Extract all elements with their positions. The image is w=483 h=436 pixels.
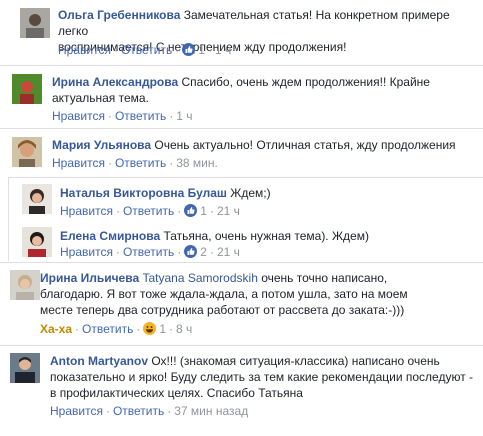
comment-author[interactable]: Ирина Ильичева bbox=[40, 271, 139, 285]
comment-author[interactable]: Мария Ульянова bbox=[52, 138, 151, 152]
avatar[interactable] bbox=[22, 227, 52, 257]
comment-actions: Нравится · Ответить · 37 мин назад bbox=[50, 404, 249, 418]
comment-actions: Нравится · Ответить · 2 · 21 ч bbox=[60, 245, 240, 259]
reaction-count[interactable]: 2 bbox=[200, 245, 207, 259]
comment-text: очень точно написано, bbox=[261, 271, 388, 285]
avatar[interactable] bbox=[10, 270, 40, 300]
haha-link[interactable]: Ха-ха bbox=[40, 322, 72, 336]
comment-author[interactable]: Anton Martyanov bbox=[50, 354, 148, 368]
timestamp[interactable]: 8 ч bbox=[176, 322, 192, 336]
reply-link[interactable]: Ответить bbox=[82, 322, 133, 336]
comment-text: Спасибо, очень ждем продолжения!! Крайне bbox=[181, 75, 430, 89]
reaction-count[interactable]: 1 bbox=[200, 204, 207, 218]
like-link[interactable]: Нравится bbox=[60, 204, 113, 218]
comment-actions: Ха-ха · Ответить · 1 · 8 ч bbox=[40, 322, 193, 336]
mention-link[interactable]: Tatyana Samorodskih bbox=[142, 271, 257, 285]
haha-reaction-icon[interactable] bbox=[143, 322, 157, 335]
reply-link[interactable]: Ответить bbox=[115, 109, 166, 123]
divider bbox=[0, 65, 483, 66]
like-link[interactable]: Нравится bbox=[58, 43, 111, 57]
avatar[interactable] bbox=[22, 184, 52, 214]
comment-actions: Нравится · Ответить · 1 ч bbox=[52, 109, 193, 123]
comment-author[interactable]: Елена Смирнова bbox=[60, 229, 160, 243]
comment-text: в профилактических целях. Спасибо Татьян… bbox=[50, 386, 303, 400]
avatar[interactable] bbox=[20, 8, 50, 38]
reaction-count[interactable]: 1 bbox=[198, 43, 205, 57]
like-link[interactable]: Нравится bbox=[52, 156, 105, 170]
comment-author[interactable]: Ирина Александрова bbox=[52, 75, 178, 89]
like-link[interactable]: Нравится bbox=[60, 245, 113, 259]
comment-text: Очень актуально! Отличная статья, жду пр… bbox=[154, 138, 456, 152]
like-link[interactable]: Нравится bbox=[50, 404, 103, 418]
comment-text: Ох!!! (знакомая ситуация-классика) напис… bbox=[151, 354, 440, 368]
like-reaction-icon[interactable] bbox=[184, 204, 198, 217]
timestamp[interactable]: 21 ч bbox=[217, 204, 240, 218]
reply-link[interactable]: Ответить bbox=[123, 245, 174, 259]
divider bbox=[0, 345, 483, 346]
avatar[interactable] bbox=[10, 353, 40, 383]
comment-author[interactable]: Ольга Гребенникова bbox=[58, 8, 180, 22]
divider bbox=[0, 128, 483, 129]
reply-link[interactable]: Ответить bbox=[113, 404, 164, 418]
timestamp[interactable]: 21 ч bbox=[217, 245, 240, 259]
like-reaction-icon[interactable] bbox=[184, 245, 198, 258]
timestamp[interactable]: 38 мин. bbox=[176, 156, 218, 170]
comment-actions: Нравится · Ответить · 1 · 1 ч bbox=[58, 43, 232, 57]
timestamp[interactable]: 1 ч bbox=[215, 43, 231, 57]
reply-link[interactable]: Ответить bbox=[121, 43, 172, 57]
avatar[interactable] bbox=[12, 74, 42, 104]
comment-text: актуальная тема. bbox=[52, 91, 149, 105]
comment-actions: Нравится · Ответить · 38 мин. bbox=[52, 156, 218, 170]
comment-text: Ждем;) bbox=[230, 186, 271, 200]
like-reaction-icon[interactable] bbox=[182, 43, 196, 56]
reaction-count[interactable]: 1 bbox=[159, 322, 166, 336]
like-link[interactable]: Нравится bbox=[52, 109, 105, 123]
divider bbox=[0, 262, 483, 263]
timestamp[interactable]: 1 ч bbox=[176, 109, 192, 123]
comment-text: Татьяна, очень нужная тема). Ждем) bbox=[163, 229, 369, 243]
divider bbox=[8, 177, 483, 178]
reply-link[interactable]: Ответить bbox=[115, 156, 166, 170]
comment-actions: Нравится · Ответить · 1 · 21 ч bbox=[60, 204, 240, 218]
comment-text: показательно и ярко! Буду следить за тем… bbox=[50, 370, 474, 384]
reply-thread-line bbox=[8, 177, 9, 261]
timestamp[interactable]: 37 мин назад bbox=[174, 404, 248, 418]
comment-author[interactable]: Наталья Викторовна Булаш bbox=[60, 186, 227, 200]
reply-link[interactable]: Ответить bbox=[123, 204, 174, 218]
comment-text: месте теперь два сотрудника работают от … bbox=[40, 303, 405, 317]
avatar[interactable] bbox=[12, 137, 42, 167]
comment-text: благодарю. Я вот тоже ждала-ждала, а пот… bbox=[40, 287, 408, 301]
